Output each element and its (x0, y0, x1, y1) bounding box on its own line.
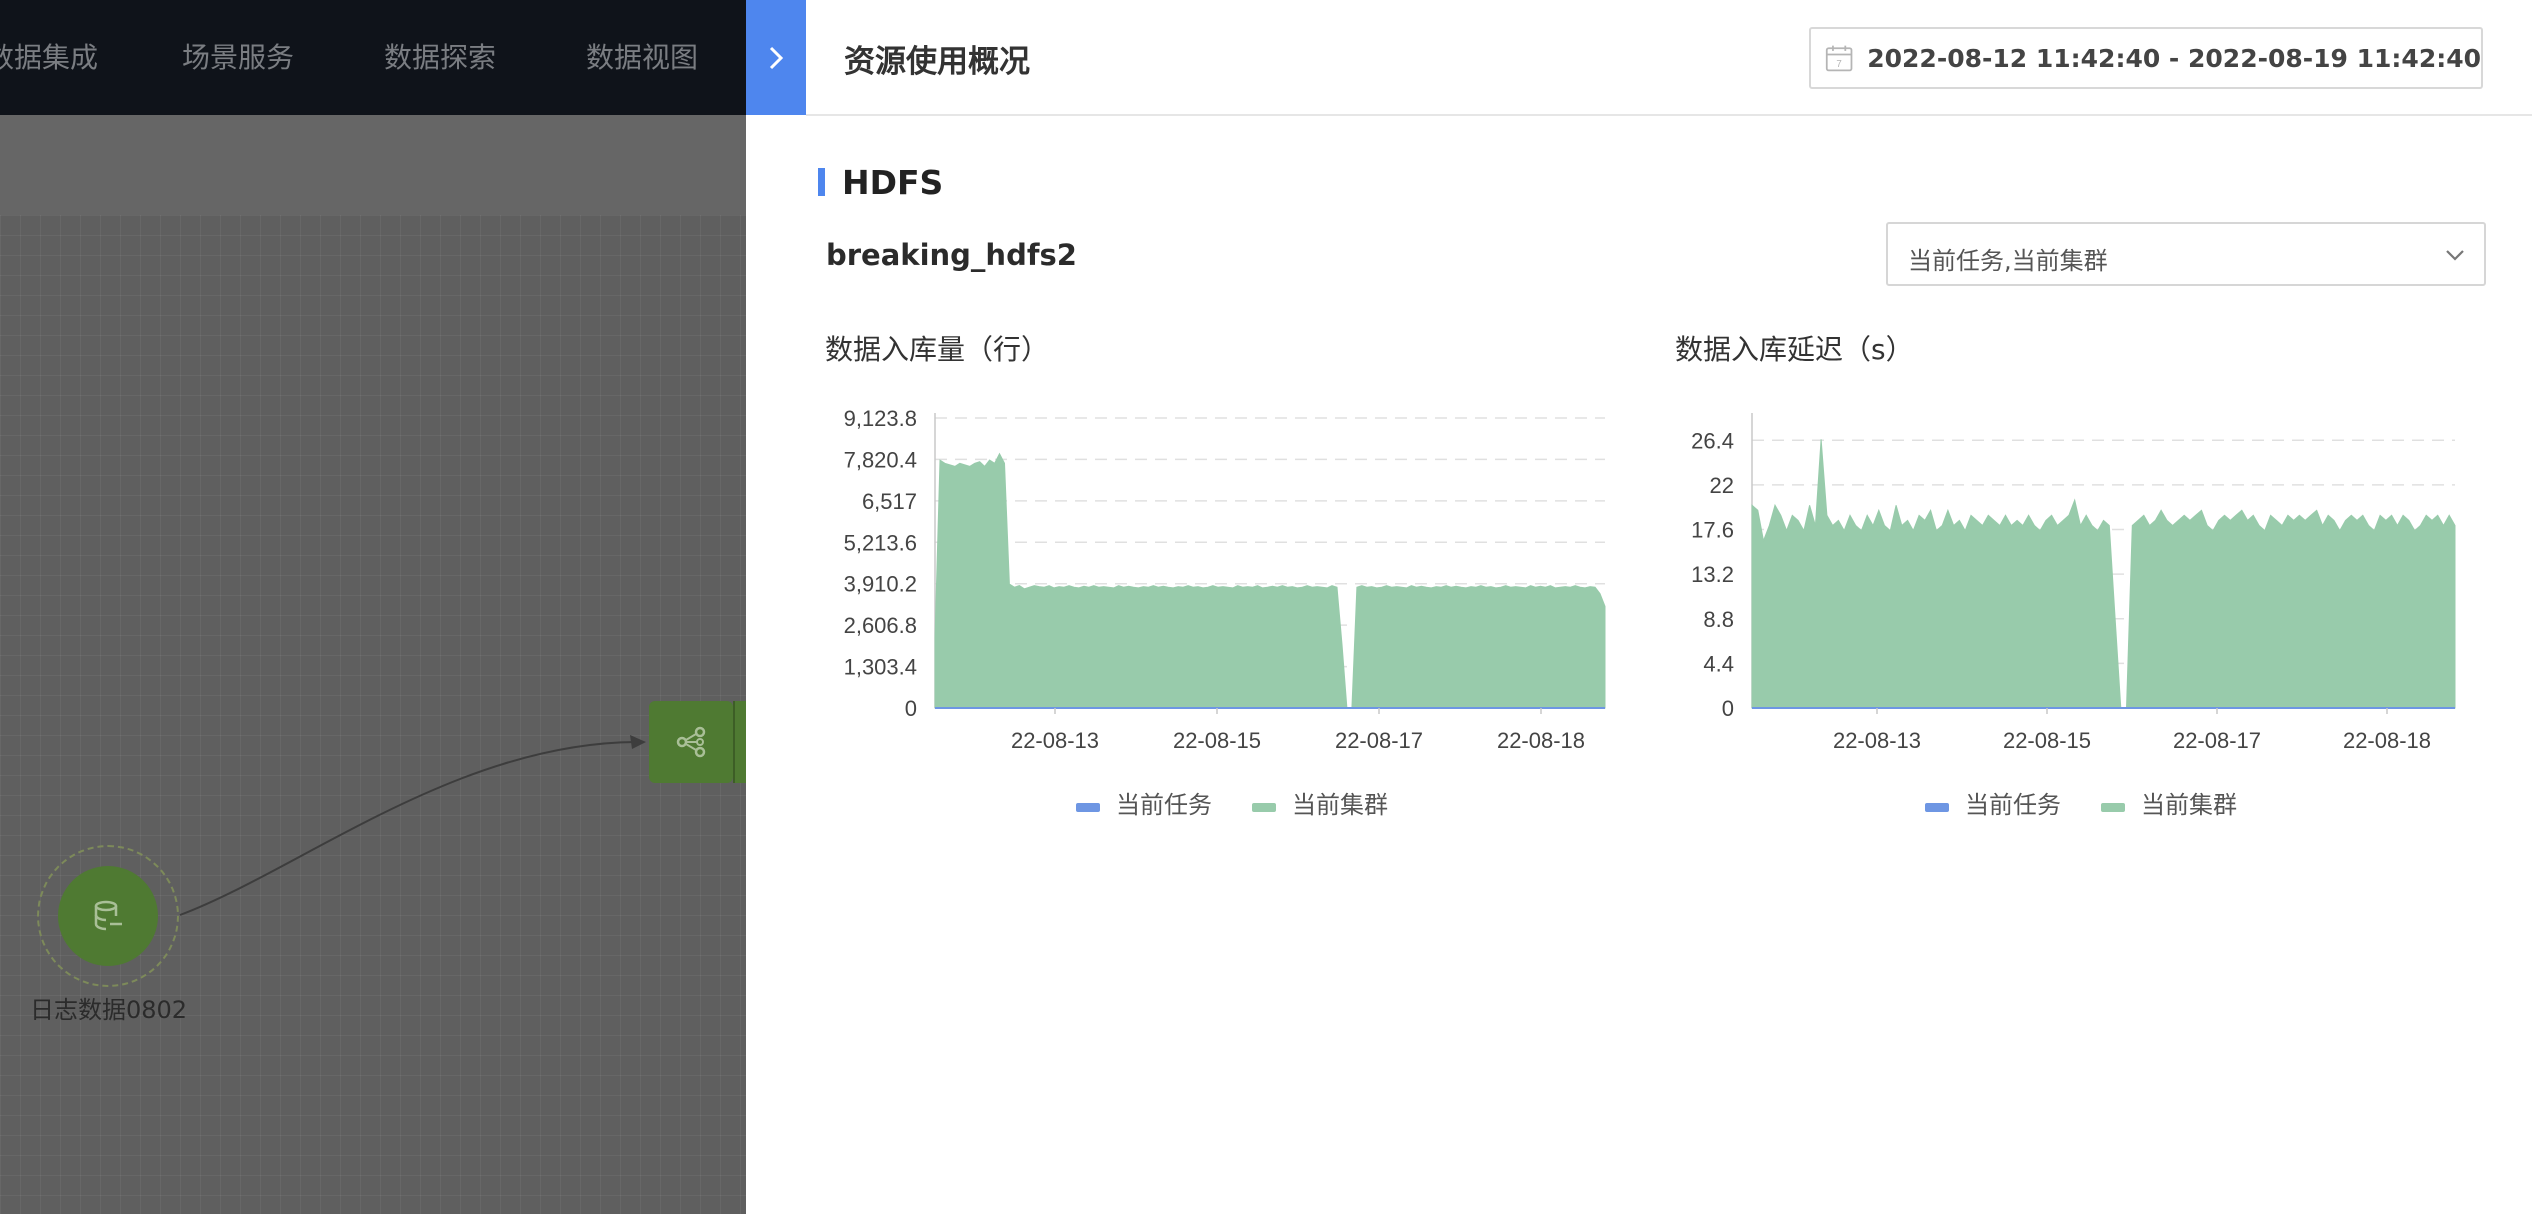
x-tick-label: 22-08-15 (2003, 728, 2091, 753)
y-tick-label: 2,606.8 (844, 613, 917, 638)
y-tick-label: 13.2 (1691, 562, 1734, 587)
date-range-value: 2022-08-12 11:42:40 - 2022-08-19 11:42:4… (1867, 43, 2481, 73)
hdfs-name: breaking_hdfs2 (826, 238, 1077, 272)
source-node-body (58, 866, 158, 966)
series-select[interactable]: 当前任务,当前集群 (1886, 222, 2486, 286)
y-tick-label: 7,820.4 (844, 447, 917, 472)
y-tick-label: 22 (1710, 473, 1734, 498)
series-select-value: 当前任务,当前集群 (1908, 247, 2108, 275)
legend-label-task: 当前任务 (1116, 792, 1212, 819)
legend-swatch-cluster (2101, 803, 2125, 812)
legend-label-cluster: 当前集群 (2141, 792, 2237, 819)
drawer-title: 资源使用概况 (844, 44, 1030, 80)
flow-edge (179, 735, 646, 916)
y-tick-label: 8.8 (1703, 607, 1734, 632)
svg-text:7: 7 (1836, 59, 1841, 70)
x-tick-label: 22-08-18 (1497, 728, 1585, 753)
y-tick-label: 1,303.4 (844, 655, 917, 680)
ingest-volume-chart: 0 1,303.4 2,606.8 3,910.2 5,213.6 6,517 7,820.… (844, 406, 1606, 819)
y-tick-label: 17.6 (1691, 518, 1734, 543)
x-tick-label: 22-08-18 (2343, 728, 2431, 753)
legend-label-cluster: 当前集群 (1292, 792, 1388, 819)
calendar-icon: 7 (1825, 45, 1853, 72)
database-icon (94, 900, 122, 931)
chart-title-ingest-volume: 数据入库量（行） (825, 333, 1050, 366)
y-tick-label: 5,213.6 (844, 530, 917, 555)
chevron-down-icon (2446, 250, 2464, 261)
section-title: HDFS (842, 163, 944, 202)
legend-swatch-cluster (1252, 803, 1276, 812)
x-tick-label: 22-08-17 (1335, 728, 1423, 753)
legend-swatch-task (1925, 803, 1949, 812)
date-range-picker[interactable]: 7 2022-08-12 11:42:40 - 2022-08-19 11:42… (1809, 27, 2483, 89)
chevron-right-icon (769, 46, 784, 69)
chart-title-ingest-latency: 数据入库延迟（s） (1675, 333, 1914, 366)
share-nodes-icon (676, 726, 706, 758)
y-tick-label: 6,517 (862, 489, 917, 514)
legend-label-task: 当前任务 (1965, 792, 2061, 819)
y-tick-label: 4.4 (1703, 651, 1734, 676)
y-tick-label: 26.4 (1691, 428, 1734, 453)
y-tick-label: 0 (905, 696, 917, 721)
x-tick-label: 22-08-13 (1833, 728, 1921, 753)
y-tick-label: 9,123.8 (844, 406, 917, 431)
drawer-header: 资源使用概况 7 2022-08-12 11:42:40 - 2022-08-1… (806, 0, 2532, 116)
x-tick-label: 22-08-13 (1011, 728, 1099, 753)
y-tick-label: 0 (1722, 696, 1734, 721)
legend-swatch-task (1076, 803, 1100, 812)
series-area-cluster (934, 452, 1606, 709)
ingest-latency-chart: 0 4.4 8.8 13.2 17.6 22 26.4 22-08-13 22-08-15 22-… (1691, 413, 2456, 819)
process-node[interactable] (649, 701, 733, 783)
x-tick-label: 22-08-15 (1173, 728, 1261, 753)
drawer-collapse-button[interactable] (746, 0, 806, 115)
source-node[interactable] (37, 845, 179, 987)
source-node-label: 日志数据0802 (30, 996, 188, 1024)
y-tick-label: 3,910.2 (844, 572, 917, 597)
section-accent-bar (818, 168, 825, 196)
process-node-edge (733, 701, 747, 783)
x-tick-label: 22-08-17 (2173, 728, 2261, 753)
series-area-cluster (1751, 439, 2456, 709)
